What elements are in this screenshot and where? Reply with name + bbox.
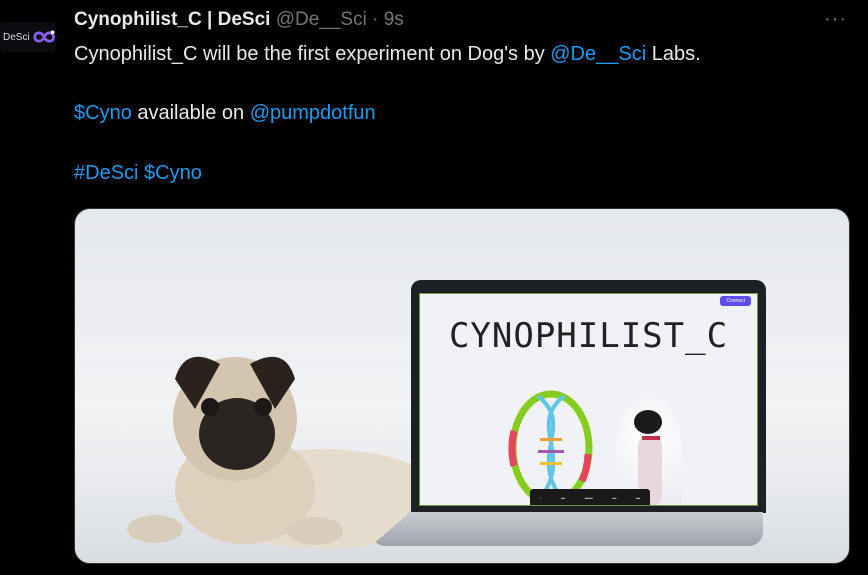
laptop-screen: Connect CYNOPHILIST_C • ▬ ▬▬ ▬ ▬ (419, 293, 758, 506)
text: available on (131, 102, 250, 124)
infinity-logo-icon (33, 30, 55, 43)
text: Labs. (646, 43, 701, 65)
hashtag-link[interactable]: #DeSci (74, 162, 138, 184)
screen-connect-button: Connect (720, 296, 751, 306)
pug-illustration (127, 356, 425, 549)
timestamp[interactable]: 9s (384, 9, 404, 30)
screen-title: CYNOPHILIST_C (448, 316, 729, 356)
author-handle[interactable]: @De__Sci (276, 9, 367, 30)
tweet-header: Cynophilist_C | DeSci @De__Sci · 9s (74, 9, 404, 31)
mention-link[interactable]: @De__Sci (550, 43, 646, 65)
tweet-line-3: #DeSci $Cyno (74, 162, 202, 185)
text: Cynophilist_C will be the first experime… (74, 43, 551, 65)
mention-link[interactable]: @pumpdotfun (250, 102, 376, 124)
cashtag-link[interactable]: $Cyno (74, 102, 132, 124)
avatar-text: DeSci (3, 31, 30, 43)
tweet-line-2: $Cyno available on @pumpdotfun (74, 102, 376, 125)
avatar[interactable]: DeSci (0, 22, 56, 52)
dna-icon (508, 390, 593, 505)
tweet-media-image[interactable]: Connect CYNOPHILIST_C • ▬ ▬▬ ▬ ▬ (74, 208, 850, 564)
laptop: Connect CYNOPHILIST_C • ▬ ▬▬ ▬ ▬ (411, 280, 766, 513)
author-name[interactable]: Cynophilist_C | DeSci (74, 9, 270, 30)
cashtag-link[interactable]: $Cyno (144, 162, 202, 184)
laptop-base (371, 512, 763, 546)
tweet-line-1: Cynophilist_C will be the first experime… (74, 43, 701, 66)
separator: · (372, 9, 379, 30)
more-options-icon[interactable]: ··· (824, 8, 847, 31)
screen-nav-bar: • ▬ ▬▬ ▬ ▬ (530, 489, 650, 505)
